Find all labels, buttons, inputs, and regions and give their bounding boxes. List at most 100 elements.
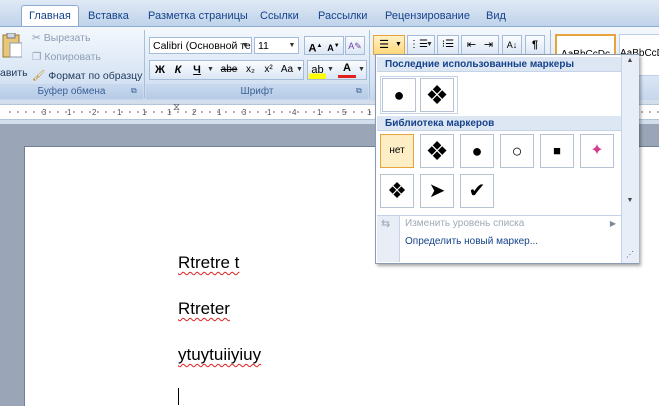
italic-button[interactable]: К [170, 61, 186, 79]
change-case-button[interactable]: Aa [278, 61, 296, 79]
format-painter-button[interactable]: 🖌 Формат по образцу [32, 69, 142, 82]
multilevel-list-button[interactable]: ⁝☰ [437, 35, 459, 55]
strikethrough-button[interactable]: abe [218, 61, 240, 79]
filled-circle-bullet-icon[interactable]: ● [460, 134, 494, 168]
scroll-up-icon[interactable]: ▲ [622, 57, 638, 64]
chevron-down-icon[interactable]: ▼ [295, 61, 304, 79]
ruler-label: 1 [167, 108, 172, 117]
paste-icon[interactable] [0, 32, 23, 61]
hollow-circle-bullet-icon[interactable]: ○ [500, 134, 534, 168]
grow-font-button[interactable]: A▲ [307, 37, 324, 55]
chevron-down-icon: ▼ [426, 41, 433, 48]
diamond-cluster-bullet-icon[interactable]: ❖ [380, 174, 414, 208]
clipboard-group-label: Буфер обмена [0, 84, 143, 99]
gallery-scrollbar[interactable]: ▲ ▼ ⋰ [621, 55, 639, 263]
sort-icon: A↓ [506, 40, 518, 50]
color-buttons: ab ▼ A ▼ [307, 60, 367, 80]
chevron-down-icon[interactable]: ▼ [357, 61, 366, 79]
font-size-buttons: A▲ A▼ [304, 36, 344, 55]
bullet-library-header: Библиотека маркеров [377, 116, 625, 131]
grow-font-label: A [308, 42, 317, 55]
colored-star-bullet-icon[interactable]: ✦ [580, 134, 614, 168]
paste-button[interactable]: авить [0, 67, 28, 79]
brush-icon: 🖌 [32, 70, 46, 82]
font-size-combo[interactable]: 11 ▼ [254, 37, 299, 54]
format-painter-label: Формат по образцу [48, 70, 143, 82]
document-line[interactable]: Rtretre t [178, 253, 239, 273]
chevron-down-icon[interactable]: ▼ [326, 61, 335, 79]
font-color-button[interactable]: A [338, 61, 356, 78]
tab-mailings[interactable]: Рассылки [318, 6, 367, 26]
superscript-button[interactable]: x² [260, 61, 277, 79]
shrink-font-button[interactable]: A▼ [325, 37, 342, 55]
cut-button[interactable]: ✂ Вырезать [32, 32, 90, 44]
arrowhead-bullet-icon[interactable]: ➤ [420, 174, 454, 208]
ruler-label: 1 [317, 108, 322, 117]
ornament-bullet-icon[interactable]: ❖ [420, 134, 454, 168]
font-style-buttons: Ж К Ч ▼ abe x₂ x² Aa ▼ [149, 60, 304, 80]
underline-dropdown-chevron-icon[interactable]: ▼ [206, 61, 215, 79]
clipboard-dialog-launcher-icon[interactable]: ⧉ [131, 86, 137, 96]
show-formatting-button[interactable]: ¶ [525, 35, 545, 55]
none-bullet-button[interactable]: нет [380, 134, 414, 168]
define-new-bullet-item[interactable]: Определить новый маркер... [377, 233, 620, 251]
tab-references[interactable]: Ссылки [260, 6, 299, 26]
indent-marker-icon[interactable]: ⧖ [173, 102, 180, 113]
font-dialog-launcher-icon[interactable]: ⧉ [356, 86, 362, 96]
pilcrow-icon: ¶ [531, 39, 539, 51]
highlight-color-button[interactable]: ab [309, 61, 326, 79]
cut-label: Вырезать [43, 32, 91, 44]
scissors-icon: ✂ [32, 32, 41, 44]
subscript-button[interactable]: x₂ [242, 61, 259, 79]
sort-button[interactable]: A↓ [502, 35, 522, 55]
tab-view[interactable]: Вид [486, 6, 506, 26]
group-separator [144, 30, 145, 98]
numbering-button[interactable]: ⋮☰ ▼ [407, 35, 435, 55]
clear-formatting-button[interactable]: A✎ [345, 36, 365, 55]
chevron-down-icon: ▼ [241, 42, 249, 49]
tab-home[interactable]: Главная [21, 5, 79, 27]
ruler-label: 3 [242, 108, 247, 117]
ruler-label: 5 [342, 108, 347, 117]
document-line[interactable]: Rtreter [178, 299, 230, 319]
bullets-dropdown-menu: Последние использованные маркеры ● ❖ Биб… [375, 54, 639, 264]
filled-circle-bullet-icon[interactable]: ● [382, 78, 416, 112]
change-list-level-item[interactable]: Изменить уровень списка ▶ [377, 215, 620, 233]
bold-button[interactable]: Ж [152, 61, 168, 79]
font-family-combo[interactable]: Calibri (Основной те ▼ [149, 37, 252, 54]
indent-buttons: ⇤ ⇥ [461, 35, 499, 55]
text-caret [178, 388, 179, 405]
ruler-label: 3 [42, 108, 47, 117]
font-size-value: 11 [258, 40, 269, 52]
highlighter-icon: ab [311, 64, 324, 76]
chevron-down-icon: ▼ [288, 42, 296, 49]
multilevel-list-icon: ⁝☰ [441, 39, 455, 50]
ruler-label: 4 [292, 108, 297, 117]
bullets-button[interactable]: ☰ ▼ [373, 35, 405, 55]
checkmark-bullet-icon[interactable]: ✔ [460, 174, 494, 208]
clear-formatting-icon: A✎ [348, 41, 362, 51]
tab-insert[interactable]: Вставка [88, 6, 129, 26]
font-color-icon: A [343, 62, 351, 74]
underline-button[interactable]: Ч [189, 61, 205, 79]
scroll-down-icon[interactable]: ▼ [622, 197, 638, 204]
ruler-label: 1 [267, 108, 272, 117]
increase-indent-icon[interactable]: ⇥ [480, 36, 497, 54]
tab-review[interactable]: Рецензирование [385, 6, 470, 26]
ruler-label: 1 [142, 108, 147, 117]
copy-button[interactable]: ❐ Копировать [32, 51, 101, 63]
chevron-down-icon: ▼ [395, 41, 402, 48]
ornament-bullet-icon[interactable]: ❖ [420, 78, 454, 112]
document-line[interactable]: ytuytuiiyiuy [178, 345, 261, 365]
resize-grip-icon[interactable]: ⋰ [624, 250, 636, 260]
chevron-right-icon: ▶ [609, 219, 616, 228]
copy-icon: ❐ [32, 51, 42, 63]
font-family-value: Calibri (Основной те [153, 40, 251, 52]
tab-page-layout[interactable]: Разметка страницы [148, 6, 248, 26]
decrease-indent-icon[interactable]: ⇤ [463, 36, 480, 54]
bullet-list-icon: ☰ [379, 39, 389, 51]
ribbon-tab-bar: Главная Вставка Разметка страницы Ссылки… [0, 0, 659, 27]
ruler-label: 1 [117, 108, 122, 117]
square-bullet-icon[interactable]: ■ [540, 134, 574, 168]
ruler-label: 2 [192, 108, 197, 117]
